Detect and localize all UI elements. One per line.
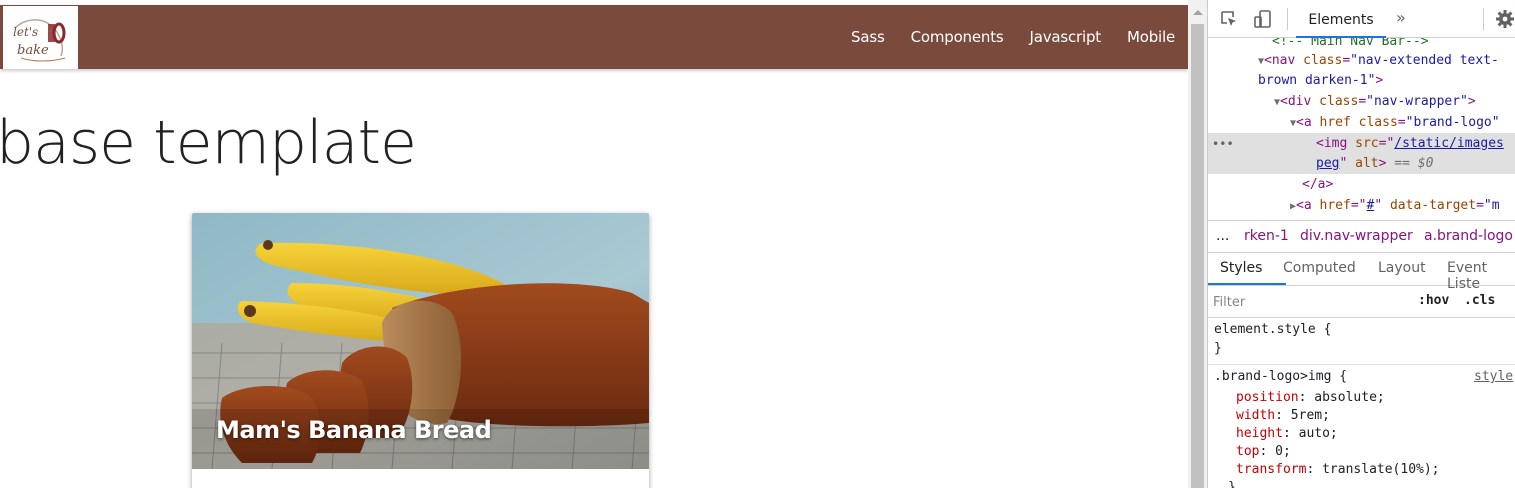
dom-tree[interactable]: <!-- Main Nav Bar--> ▼<nav class="nav-ex…	[1208, 38, 1515, 220]
page-title: base template	[0, 108, 417, 178]
brand-logo[interactable]: let's bake	[3, 6, 78, 69]
nav-link-components[interactable]: Components	[898, 28, 1017, 46]
inspect-element-icon[interactable]	[1218, 9, 1240, 31]
dom-node-a-close[interactable]: </a>	[1302, 175, 1333, 195]
element-style-close: }	[1214, 341, 1222, 356]
style-prop-top[interactable]: top: 0;	[1236, 443, 1291, 461]
logo-lets-text: let's	[13, 25, 38, 39]
nav-link-mobile[interactable]: Mobile	[1114, 28, 1188, 46]
breadcrumb-div-nav-wrapper[interactable]: div.nav-wrapper	[1300, 228, 1413, 244]
breadcrumb-overflow[interactable]: ...	[1216, 228, 1229, 244]
breadcrumb-a-brand-logo[interactable]: a.brand-logo	[1424, 228, 1513, 244]
more-tabs-icon[interactable]: »	[1396, 8, 1406, 27]
style-prop-transform[interactable]: transform: translate(10%);	[1236, 461, 1440, 479]
nav-link-sass[interactable]: Sass	[838, 28, 898, 46]
element-style-selector[interactable]: element.style {	[1214, 321, 1331, 339]
browser-viewport: let's bake Sass Components Javascript Mo…	[0, 0, 1188, 488]
dom-node-img-cont[interactable]: peg" alt> == $0	[1316, 154, 1433, 174]
styles-filter-input[interactable]	[1211, 290, 1407, 314]
cls-toggle[interactable]: .cls	[1464, 293, 1495, 308]
tab-computed[interactable]: Computed	[1283, 260, 1356, 276]
rule-close: }	[1228, 480, 1236, 488]
toolbar-divider	[1287, 8, 1288, 30]
toolbar-divider-2	[1483, 8, 1484, 30]
breadcrumb-nav[interactable]: rken-1	[1244, 228, 1289, 244]
settings-gear-icon[interactable]	[1494, 9, 1515, 31]
hov-toggle[interactable]: :hov	[1418, 293, 1449, 308]
dom-node-img[interactable]: <img src="/static/images	[1316, 134, 1504, 154]
rule-selector[interactable]: .brand-logo>img {	[1214, 368, 1347, 386]
card-title[interactable]: Mam's Banana Bread	[216, 416, 492, 444]
dom-comment[interactable]: <!-- Main Nav Bar-->	[1272, 38, 1429, 52]
rule-source-link[interactable]: style	[1474, 369, 1513, 384]
recipe-card[interactable]: Mam's Banana Bread	[192, 213, 649, 488]
nav-links: Sass Components Javascript Mobile	[838, 5, 1188, 69]
active-subtab-indicator	[1208, 283, 1286, 285]
dom-node-a[interactable]: ▼<a href class="brand-logo"	[1290, 113, 1500, 134]
tab-styles[interactable]: Styles	[1220, 260, 1262, 276]
device-toolbar-icon[interactable]	[1252, 9, 1274, 31]
dom-node-a2[interactable]: ▶<a href="#" data-target="m	[1290, 196, 1500, 217]
dom-more-dots[interactable]: •••	[1212, 137, 1234, 151]
style-prop-position[interactable]: position: absolute;	[1236, 389, 1385, 407]
styles-subtabs: Styles Computed Layout Event Liste	[1208, 253, 1515, 292]
tab-elements[interactable]: Elements	[1296, 0, 1386, 38]
logo-image: let's bake	[3, 6, 78, 69]
tab-layout[interactable]: Layout	[1378, 260, 1426, 276]
style-prop-width[interactable]: width: 5rem;	[1236, 407, 1330, 425]
dom-breadcrumb: ... rken-1 div.nav-wrapper a.brand-logo	[1208, 220, 1515, 253]
devtools-toolbar: Elements »	[1208, 0, 1515, 38]
dom-node-div[interactable]: ▼<div class="nav-wrapper">	[1274, 92, 1476, 113]
dom-node-nav-cont[interactable]: brown darken-1">	[1258, 71, 1383, 91]
style-prop-height[interactable]: height: auto;	[1236, 425, 1338, 443]
rule-separator	[1208, 364, 1515, 365]
styles-pane: element.style { } .brand-logo>img { styl…	[1208, 318, 1515, 488]
devtools-panel: Elements » <!-- Main Nav Bar--> ▼<nav cl…	[1207, 0, 1515, 488]
scroll-thumb[interactable]	[1191, 24, 1204, 488]
logo-bake-text: bake	[17, 43, 49, 58]
main-navbar: let's bake Sass Components Javascript Mo…	[0, 5, 1188, 69]
nav-link-javascript[interactable]: Javascript	[1017, 28, 1114, 46]
vertical-scrollbar[interactable]	[1188, 0, 1207, 488]
styles-filter-row: :hov .cls	[1208, 286, 1515, 318]
scroll-up-arrow-icon[interactable]	[1193, 10, 1203, 15]
dom-node-nav[interactable]: ▼<nav class="nav-extended text-	[1258, 51, 1499, 72]
